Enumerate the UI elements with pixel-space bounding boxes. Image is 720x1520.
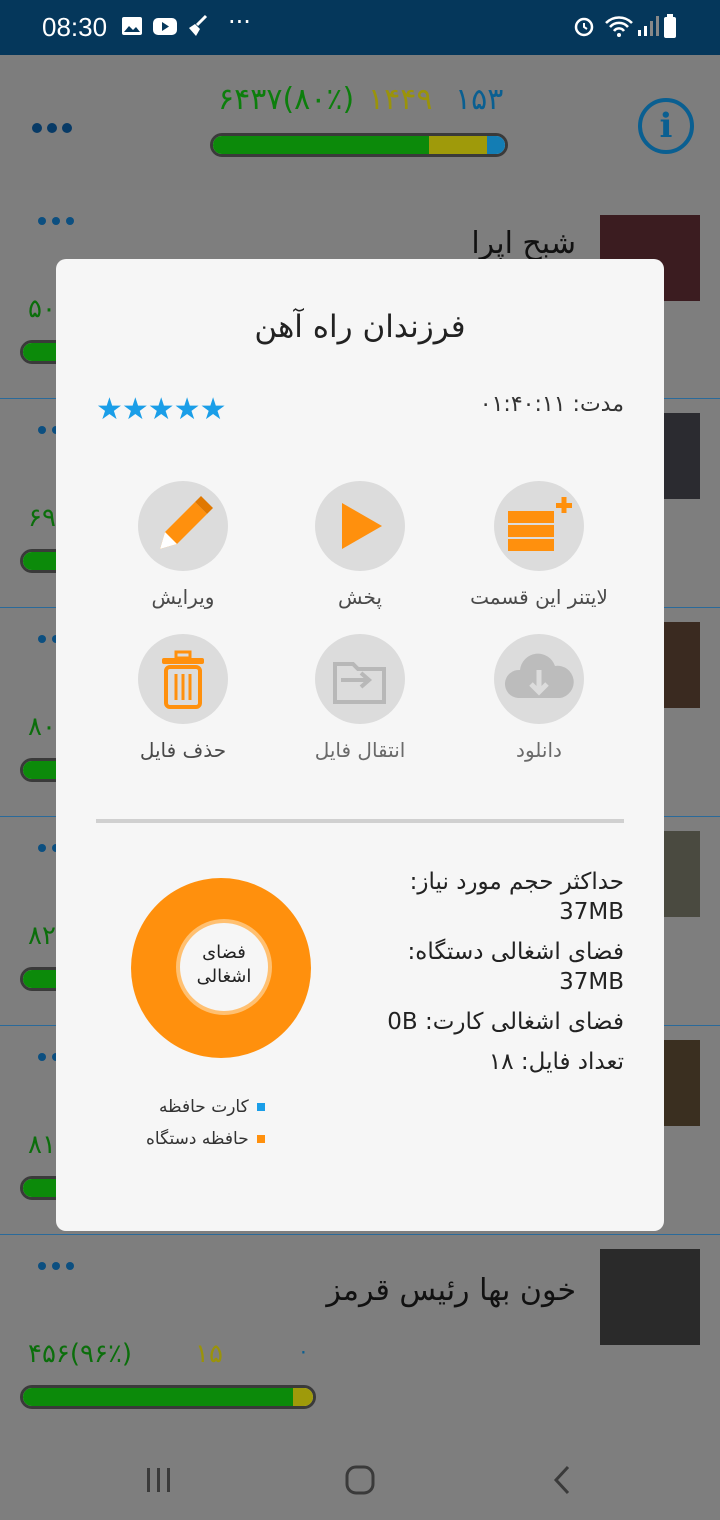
rating-stars[interactable]: ★★★★★ (96, 392, 226, 427)
app-bar (0, 55, 720, 190)
play-button[interactable]: پخش (270, 481, 450, 609)
signal-icon (638, 16, 659, 36)
dialog-divider (96, 819, 624, 823)
duration-value: ۰۱:۴۰:۱۱ (479, 392, 566, 417)
star-icon: ★★★★★ (96, 392, 226, 427)
item-count: ۸۰ (28, 712, 56, 742)
item-progress-bar (20, 1385, 316, 1409)
item-count: ۶۹ (28, 503, 56, 533)
download-label: دانلود (516, 738, 562, 762)
list-item[interactable]: خون بها رئیس قرمز ۴۵۶(۹۶٪) ۱۵ ۰ (0, 1235, 720, 1443)
header-stat-yellow: ۱۴۴۹ (368, 82, 433, 117)
card-space-value: 0B (387, 1009, 418, 1035)
overflow-notifications: ··· (228, 8, 251, 36)
move-file-label: انتقال فایل (314, 738, 406, 762)
move-file-button[interactable]: انتقال فایل (270, 634, 450, 762)
play-icon (342, 503, 382, 549)
progress-yellow (292, 1388, 313, 1406)
item-title: شبح اپرا (471, 226, 576, 261)
donut-center-label: فضای اشغالی (176, 919, 272, 1015)
info-icon[interactable]: i (638, 98, 694, 154)
header-stat-total: ۶۴۳۷(۸۰٪) (218, 82, 355, 117)
item-title: خون بها رئیس قرمز (326, 1273, 576, 1308)
header-stat-blue: ۱۵۳ (455, 82, 504, 117)
item-count: ۸۱ (28, 1130, 56, 1160)
cloud-download-icon (504, 653, 574, 698)
youtube-icon (153, 18, 177, 35)
file-count-value: ۱۸ (488, 1049, 514, 1075)
item-more-button[interactable] (38, 1255, 80, 1274)
legend-item: حافظه دستگاه (146, 1129, 265, 1149)
max-size-value: 37MB (559, 899, 624, 925)
item-count-blue: ۰ (298, 1339, 309, 1363)
storage-donut-chart: فضای اشغالی (131, 878, 311, 1058)
progress-yellow (429, 136, 488, 154)
file-count-label: تعداد فایل: (520, 1049, 624, 1075)
pencil-icon (160, 496, 213, 549)
back-icon[interactable] (550, 1464, 574, 1496)
progress-green (23, 1388, 293, 1406)
navigation-bar (0, 1440, 720, 1520)
wifi-icon (605, 16, 633, 37)
episode-dialog: فرزندان راه آهن ★★★★★ مدت: ۰۱:۴۰:۱۱ لایت… (56, 259, 664, 1231)
chart-legend: کارت حافظه حافظه دستگاه (146, 1097, 265, 1161)
edit-label: ویرایش (151, 585, 215, 609)
header-progress-bar (210, 133, 508, 157)
item-count-yellow: ۱۵ (195, 1339, 223, 1369)
status-time: 08:30 (42, 12, 108, 42)
device-space-label: فضای اشغالی دستگاه: (407, 939, 624, 965)
duration-label: مدت: (572, 392, 624, 417)
home-icon[interactable] (344, 1464, 376, 1496)
item-count: ۵۰ (28, 294, 56, 324)
item-thumbnail (600, 1249, 700, 1345)
folder-move-icon (333, 662, 386, 704)
broom-icon (189, 14, 208, 36)
recent-apps-icon[interactable] (144, 1466, 174, 1494)
progress-blue (487, 136, 505, 154)
leitner-add-icon (508, 497, 572, 551)
alarm-icon (574, 17, 594, 37)
play-label: پخش (338, 585, 382, 609)
item-count: ۴۵۶(۹۶٪) (28, 1339, 133, 1369)
leitner-label: لایتنر این قسمت (470, 585, 608, 609)
delete-file-label: حذف فایل (139, 738, 227, 762)
legend-item: کارت حافظه (146, 1097, 265, 1117)
delete-file-button[interactable]: حذف فایل (93, 634, 273, 762)
device-space-value: 37MB (559, 969, 624, 995)
edit-button[interactable]: ویرایش (93, 481, 273, 609)
storage-info: حداکثر حجم مورد نیاز: 37MB فضای اشغالی د… (364, 867, 624, 1087)
gallery-icon (122, 17, 142, 35)
card-space-label: فضای اشغالی کارت: (425, 1009, 624, 1035)
item-more-button[interactable] (38, 210, 80, 229)
progress-green (213, 136, 430, 154)
dialog-title: فرزندان راه آهن (254, 309, 466, 345)
more-options-button[interactable] (32, 118, 77, 137)
battery-icon (664, 14, 676, 38)
item-count: ۸۲ (28, 921, 56, 951)
duration: مدت: ۰۱:۴۰:۱۱ (480, 392, 624, 417)
download-button[interactable]: دانلود (449, 634, 629, 762)
status-bar: 08:30 ··· (0, 0, 720, 55)
leitner-button[interactable]: لایتنر این قسمت (449, 481, 629, 609)
max-size-label: حداکثر حجم مورد نیاز: (409, 869, 624, 895)
trash-icon (162, 650, 204, 709)
